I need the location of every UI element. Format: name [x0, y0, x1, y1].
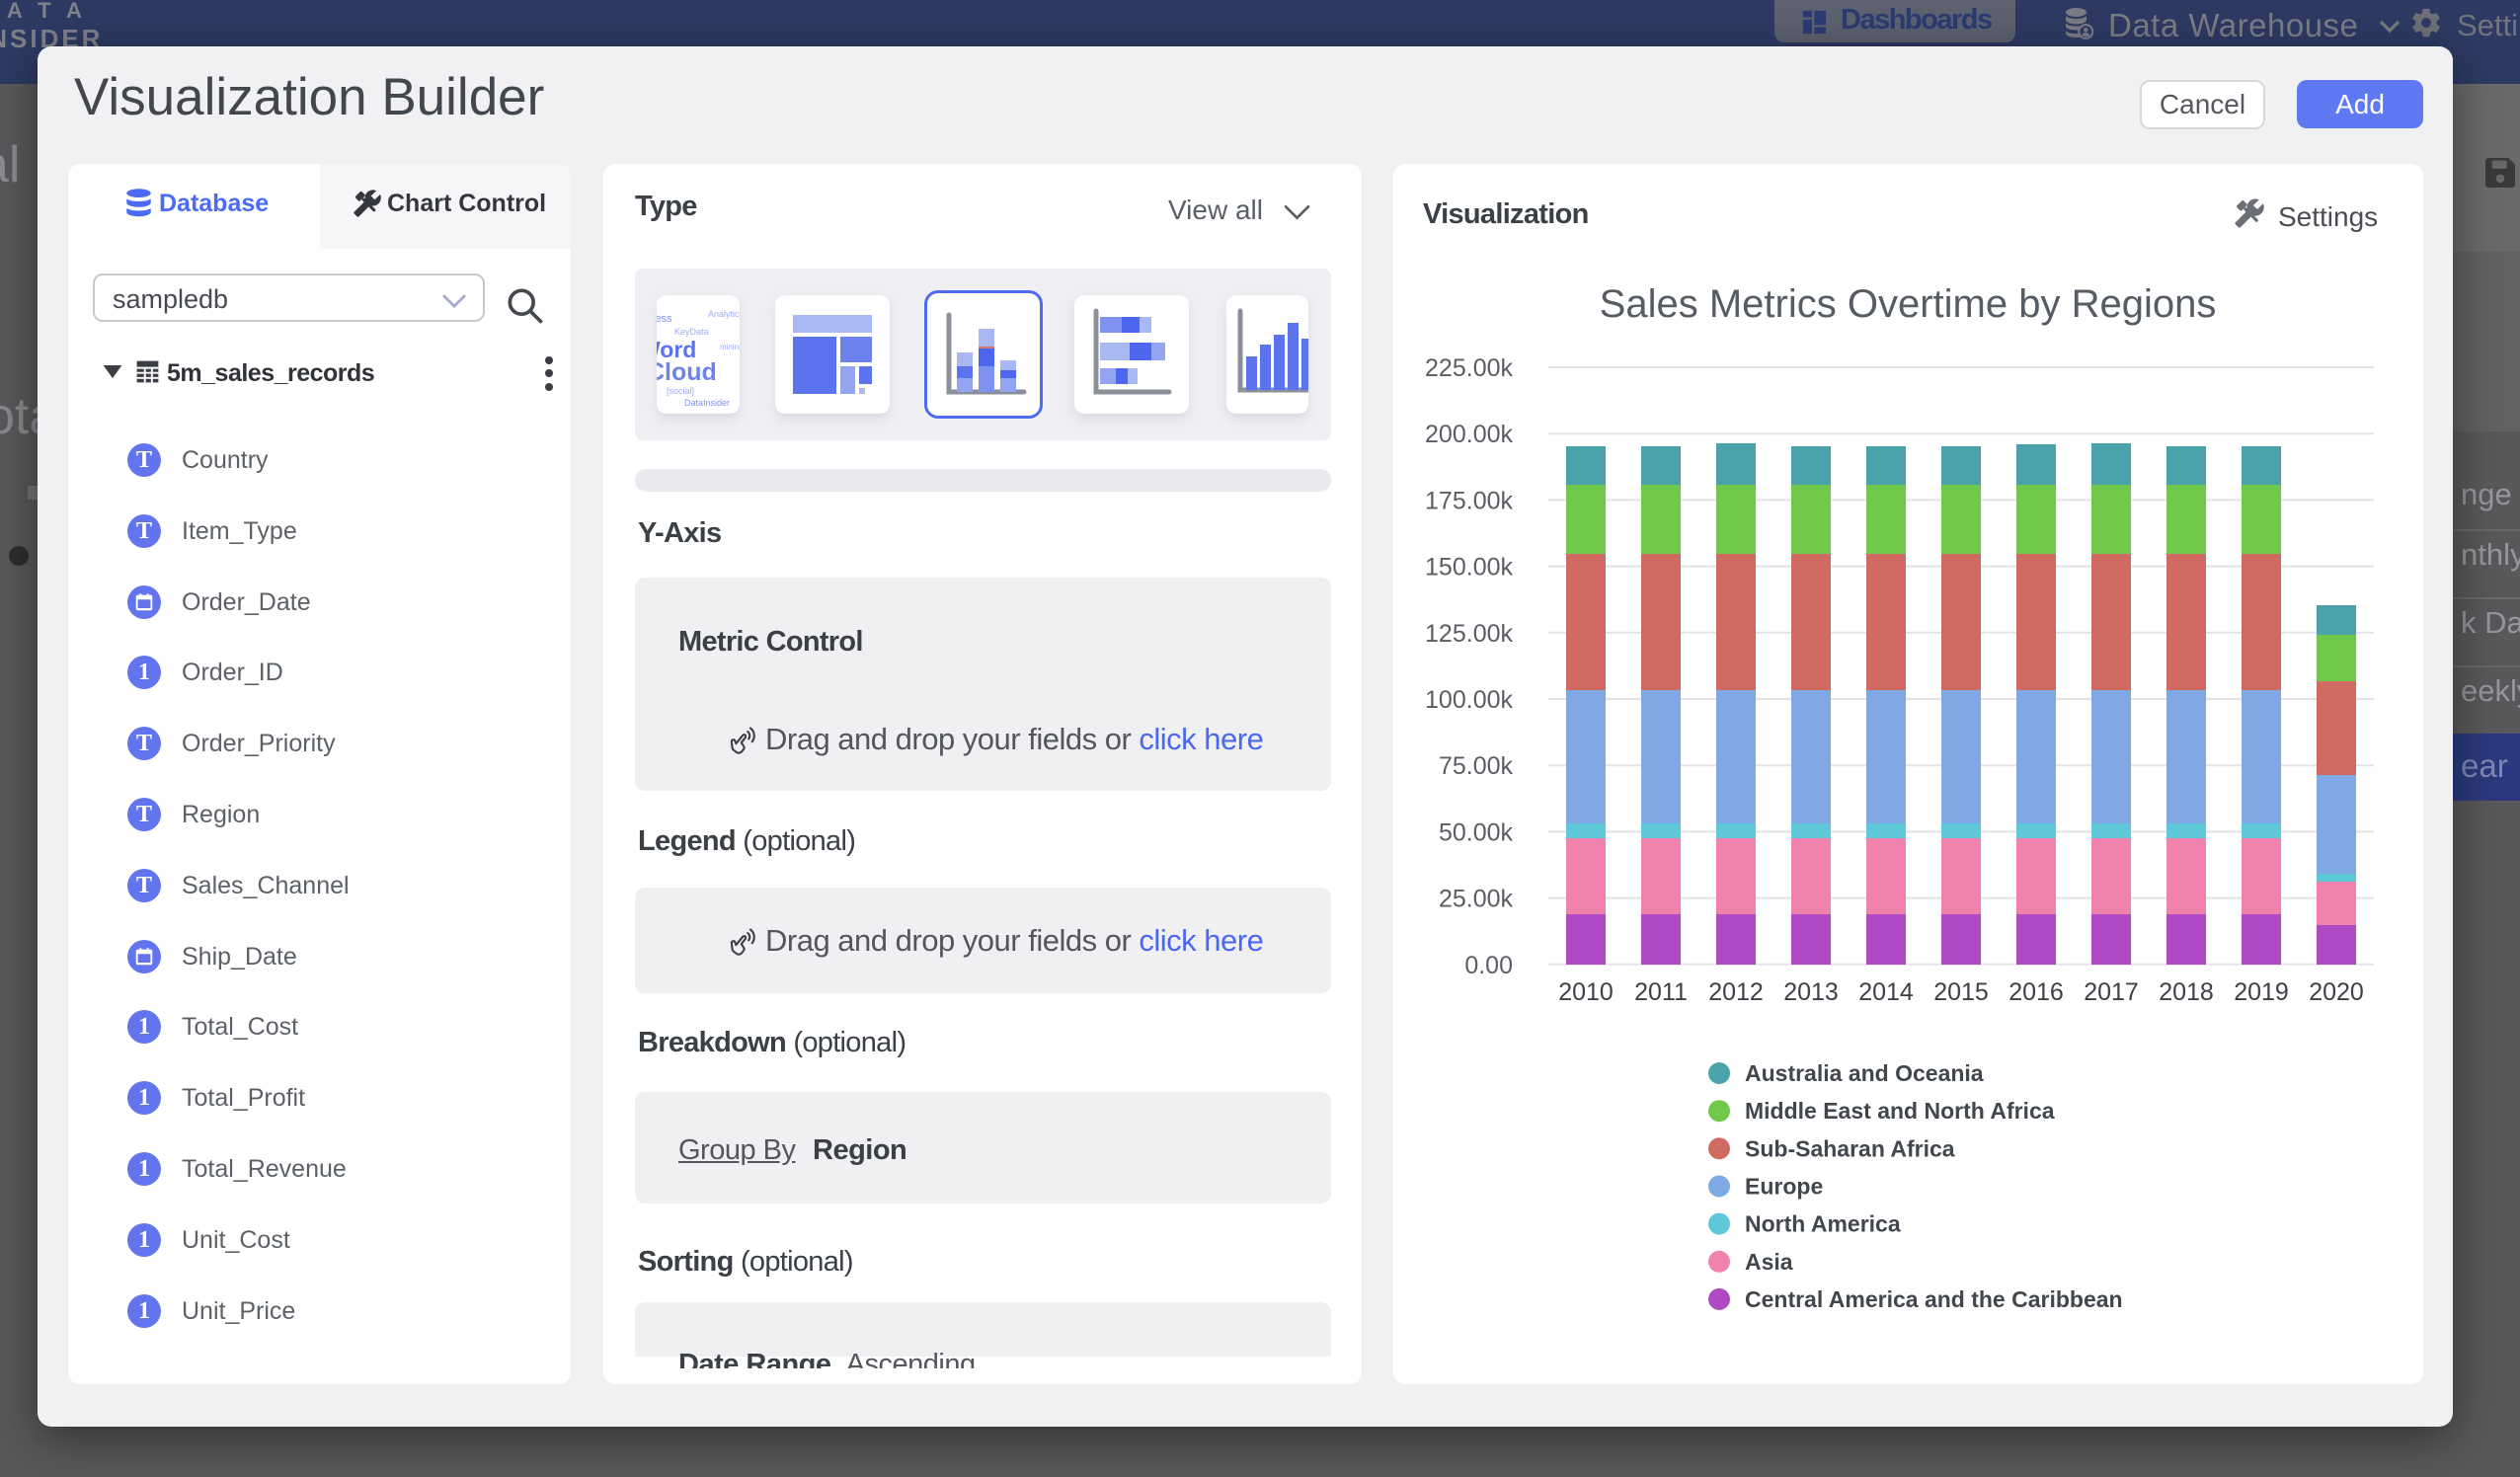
- svg-text:175.00k: 175.00k: [1425, 487, 1513, 514]
- svg-text:50.00k: 50.00k: [1439, 818, 1514, 846]
- svg-text:2015: 2015: [1933, 978, 1989, 1006]
- svg-text:0.00: 0.00: [1464, 952, 1513, 979]
- svg-text:2012: 2012: [1708, 978, 1764, 1006]
- svg-text:2013: 2013: [1783, 978, 1839, 1006]
- svg-text:2010: 2010: [1558, 978, 1614, 1006]
- svg-text:2020: 2020: [2309, 978, 2364, 1006]
- svg-text:Sub-Saharan Africa: Sub-Saharan Africa: [1745, 1135, 1955, 1161]
- svg-text:2011: 2011: [1634, 978, 1688, 1006]
- svg-text:100.00k: 100.00k: [1425, 686, 1513, 714]
- svg-text:200.00k: 200.00k: [1425, 421, 1513, 448]
- svg-text:2017: 2017: [2084, 978, 2139, 1006]
- svg-text:125.00k: 125.00k: [1425, 620, 1513, 648]
- svg-text:Central America and the Caribb: Central America and the Caribbean: [1745, 1286, 2123, 1312]
- svg-text:Australia and Oceania: Australia and Oceania: [1745, 1060, 1984, 1086]
- svg-text:North America: North America: [1745, 1211, 1901, 1237]
- svg-text:2019: 2019: [2234, 978, 2289, 1006]
- svg-text:Middle East and North Africa: Middle East and North Africa: [1745, 1098, 2055, 1124]
- svg-text:75.00k: 75.00k: [1439, 752, 1514, 780]
- svg-text:2018: 2018: [2159, 978, 2214, 1006]
- svg-text:Europe: Europe: [1745, 1174, 1823, 1200]
- svg-text:Asia: Asia: [1745, 1249, 1793, 1275]
- svg-text:25.00k: 25.00k: [1439, 886, 1514, 913]
- svg-text:150.00k: 150.00k: [1425, 554, 1513, 582]
- svg-text:Sales Metrics Overtime by Regi: Sales Metrics Overtime by Regions: [1600, 282, 2217, 326]
- svg-text:2016: 2016: [2008, 978, 2064, 1006]
- svg-text:225.00k: 225.00k: [1425, 354, 1513, 382]
- svg-text:2014: 2014: [1858, 978, 1914, 1006]
